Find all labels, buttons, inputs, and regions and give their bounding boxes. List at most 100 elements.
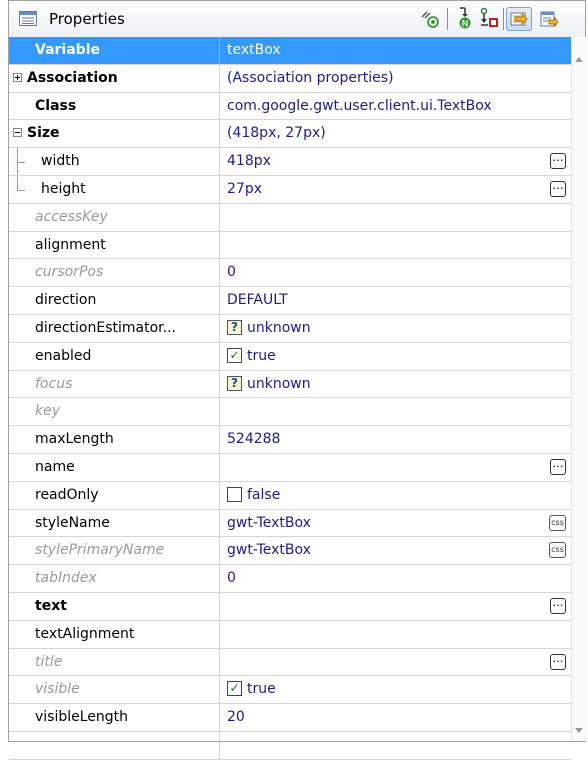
property-name-cell[interactable]: styleName	[9, 509, 220, 537]
variable-to-field-icon[interactable]	[478, 7, 500, 29]
property-name-cell[interactable]: Association	[9, 64, 220, 92]
property-name-cell[interactable]: width	[9, 148, 220, 175]
property-value-cell[interactable]: (Association properties)	[221, 65, 571, 92]
property-value-cell[interactable]: 0	[221, 565, 571, 592]
property-name-cell[interactable]: visible	[9, 676, 220, 704]
property-row[interactable]: directionEstimator...? unknown	[9, 314, 571, 343]
unknown-state-icon[interactable]: ?	[227, 375, 242, 391]
property-row[interactable]: maxLength 524288	[9, 426, 571, 454]
property-value-cell[interactable]: ? unknown	[221, 315, 571, 342]
checkbox[interactable]: ✓	[227, 347, 242, 363]
property-value-cell[interactable]: 418px…	[221, 148, 571, 175]
property-value-cell[interactable]: com.google.gwt.user.client.ui.TextBox	[221, 93, 571, 120]
property-row[interactable]: Class com.google.gwt.user.client.ui.TextB…	[9, 92, 571, 121]
property-row[interactable]: visibleLength 20	[9, 704, 571, 732]
property-name-cell[interactable]	[9, 731, 220, 759]
property-row[interactable]: name …	[9, 453, 571, 482]
property-row[interactable]: visible ✓ true	[9, 676, 571, 705]
property-value-cell[interactable]: ✓ true	[221, 676, 571, 703]
property-row[interactable]: width 418px…	[9, 148, 571, 176]
property-name-cell[interactable]: title	[9, 648, 220, 676]
property-value-cell[interactable]: DEFAULT	[221, 287, 571, 314]
property-row[interactable]: title …	[9, 648, 571, 677]
property-name-cell[interactable]: textAlignment	[9, 620, 220, 648]
property-value-cell[interactable]: gwt-TextBox css	[221, 537, 571, 564]
property-value-cell[interactable]: false	[221, 482, 571, 509]
edit-ellipsis-button[interactable]: …	[550, 653, 566, 670]
checkbox[interactable]: ✓	[227, 681, 242, 697]
property-value-cell[interactable]: 524288	[221, 426, 571, 453]
edit-ellipsis-button[interactable]: …	[550, 597, 566, 614]
property-value-cell[interactable]: 27px…	[221, 176, 571, 203]
property-row[interactable]: height 27px…	[9, 175, 571, 204]
css-style-button[interactable]: css	[549, 514, 566, 531]
property-name-cell[interactable]: cursorPos	[9, 259, 220, 287]
property-row[interactable]: direction DEFAULT	[9, 287, 571, 315]
property-name-cell[interactable]: height	[9, 175, 220, 203]
property-name-cell[interactable]: tabIndex	[9, 565, 220, 592]
property-row[interactable]: Size (418px, 27px)	[9, 120, 571, 149]
property-value-cell[interactable]: …	[221, 593, 571, 620]
property-value-cell[interactable]: textBox	[221, 37, 571, 64]
property-row[interactable]	[9, 731, 571, 760]
property-name-cell[interactable]: readOnly	[9, 481, 220, 509]
property-name-cell[interactable]: accessKey	[9, 203, 220, 231]
property-name-cell[interactable]: focus	[9, 370, 220, 398]
checkbox[interactable]	[227, 486, 242, 502]
property-row[interactable]: stylePrimaryName gwt-TextBox css	[9, 537, 571, 566]
property-name-cell[interactable]: directionEstimator...	[9, 314, 220, 342]
property-value-cell[interactable]: ✓ true	[221, 343, 571, 370]
defaults-icon[interactable]	[540, 11, 558, 28]
expand-icon[interactable]	[13, 72, 22, 82]
property-row[interactable]: enabled ✓ true	[9, 342, 571, 371]
property-name-cell[interactable]: text	[9, 592, 220, 620]
property-value-cell[interactable]: …	[221, 454, 571, 481]
property-row[interactable]: key	[9, 398, 571, 427]
edit-ellipsis-button[interactable]: …	[550, 458, 566, 475]
property-row[interactable]: accessKey	[9, 203, 571, 232]
property-value-cell[interactable]	[221, 398, 571, 425]
property-name-cell[interactable]: Class	[9, 92, 220, 120]
scroll-down-icon[interactable]	[575, 728, 583, 733]
property-value-cell[interactable]	[221, 232, 571, 259]
property-name-cell[interactable]: visibleLength	[9, 704, 220, 731]
property-row[interactable]: alignment	[9, 231, 571, 260]
property-value-cell[interactable]	[221, 732, 571, 759]
property-name-cell[interactable]: Size	[9, 120, 220, 148]
property-row[interactable]: textAlignment	[9, 620, 571, 649]
property-value-cell[interactable]	[221, 204, 571, 231]
goto-definition-icon[interactable]: N	[456, 6, 472, 30]
property-value-cell[interactable]: gwt-TextBox css	[221, 510, 571, 537]
show-events-icon[interactable]	[419, 9, 441, 29]
property-value-cell[interactable]: 0	[221, 259, 571, 286]
property-row[interactable]: readOnly false	[9, 481, 571, 510]
collapse-icon[interactable]	[13, 128, 22, 138]
property-row[interactable]: cursorPos 0	[9, 259, 571, 288]
property-name-cell[interactable]: key	[9, 398, 220, 426]
property-name-cell[interactable]: stylePrimaryName	[9, 537, 220, 565]
property-name-cell[interactable]: name	[9, 453, 220, 481]
property-value-cell[interactable]: …	[221, 649, 571, 676]
property-row[interactable]: Variable textBox	[9, 37, 571, 65]
property-name-cell[interactable]: alignment	[9, 231, 220, 259]
property-row[interactable]: Association (Association properties)	[9, 64, 571, 93]
property-row[interactable]: text …	[9, 592, 571, 621]
property-row[interactable]: tabIndex 0	[9, 565, 571, 593]
show-advanced-properties-icon[interactable]	[510, 10, 528, 28]
unknown-state-icon[interactable]: ?	[227, 319, 242, 335]
property-name-cell[interactable]: direction	[9, 287, 220, 314]
edit-ellipsis-button[interactable]: …	[550, 180, 566, 197]
css-style-button[interactable]: css	[549, 542, 566, 559]
property-row[interactable]: focus? unknown	[9, 370, 571, 399]
property-name-cell[interactable]: enabled	[9, 342, 220, 370]
property-value-cell[interactable]: (418px, 27px)	[221, 120, 571, 147]
vertical-scrollbar[interactable]	[571, 37, 586, 741]
property-value-cell[interactable]	[221, 621, 571, 648]
property-name-cell[interactable]: Variable	[9, 37, 220, 64]
scroll-up-icon[interactable]	[575, 57, 583, 62]
property-value-cell[interactable]: 20	[221, 704, 571, 731]
property-value-cell[interactable]: ? unknown	[221, 371, 571, 398]
edit-ellipsis-button[interactable]: …	[550, 152, 566, 170]
property-name-cell[interactable]: maxLength	[9, 426, 220, 453]
property-row[interactable]: styleName gwt-TextBox css	[9, 509, 571, 538]
